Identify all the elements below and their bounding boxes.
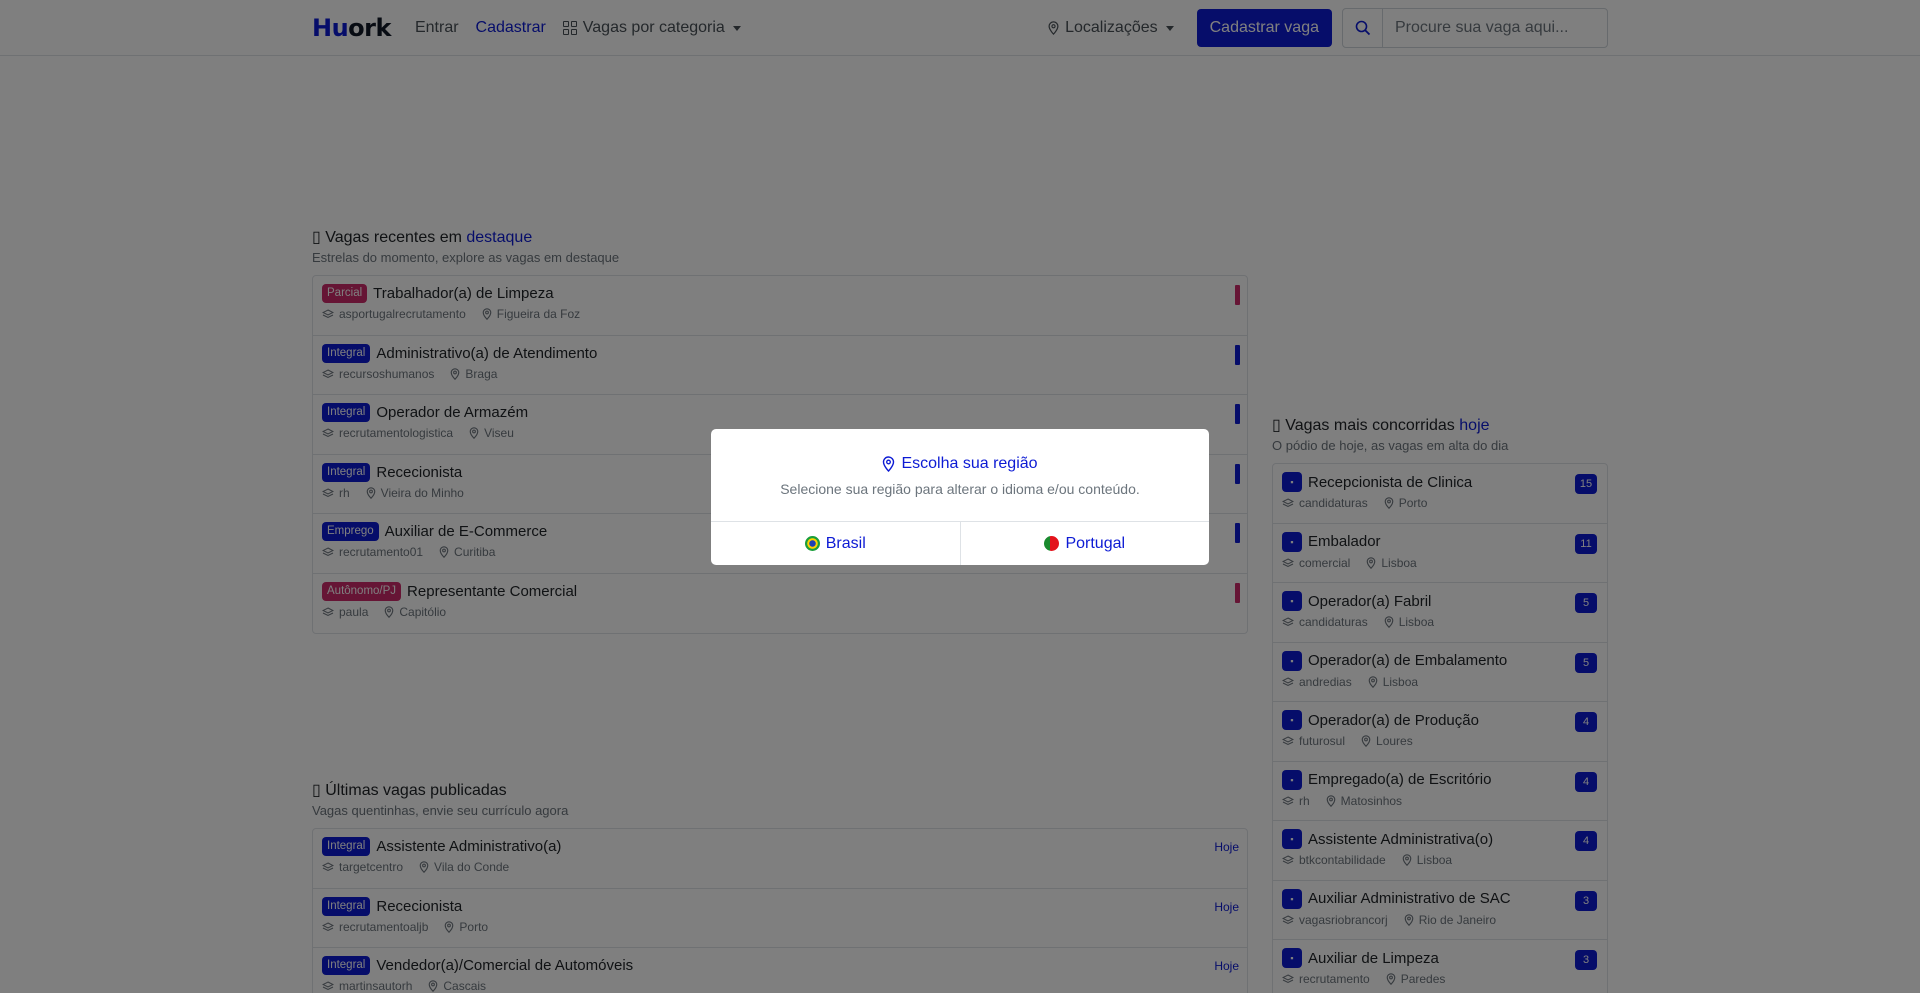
region-modal-footer: Brasil Portugal [711,522,1209,565]
brazil-flag-icon [804,536,820,551]
region-brazil-label: Brasil [825,534,866,552]
region-modal-title-text: Escolha sua região [901,455,1038,472]
region-brazil-button[interactable]: Brasil [711,522,960,565]
region-portugal-label: Portugal [1065,534,1126,552]
region-modal-subtitle: Selecione sua região para alterar o idio… [780,481,1140,497]
location-pin-icon [883,456,895,472]
portugal-flag-icon [1044,536,1060,551]
region-modal: Escolha sua região Selecione sua região … [711,429,1209,565]
region-modal-title: Escolha sua região [882,455,1038,473]
region-modal-body: Escolha sua região Selecione sua região … [711,429,1209,522]
region-portugal-button[interactable]: Portugal [959,522,1210,565]
